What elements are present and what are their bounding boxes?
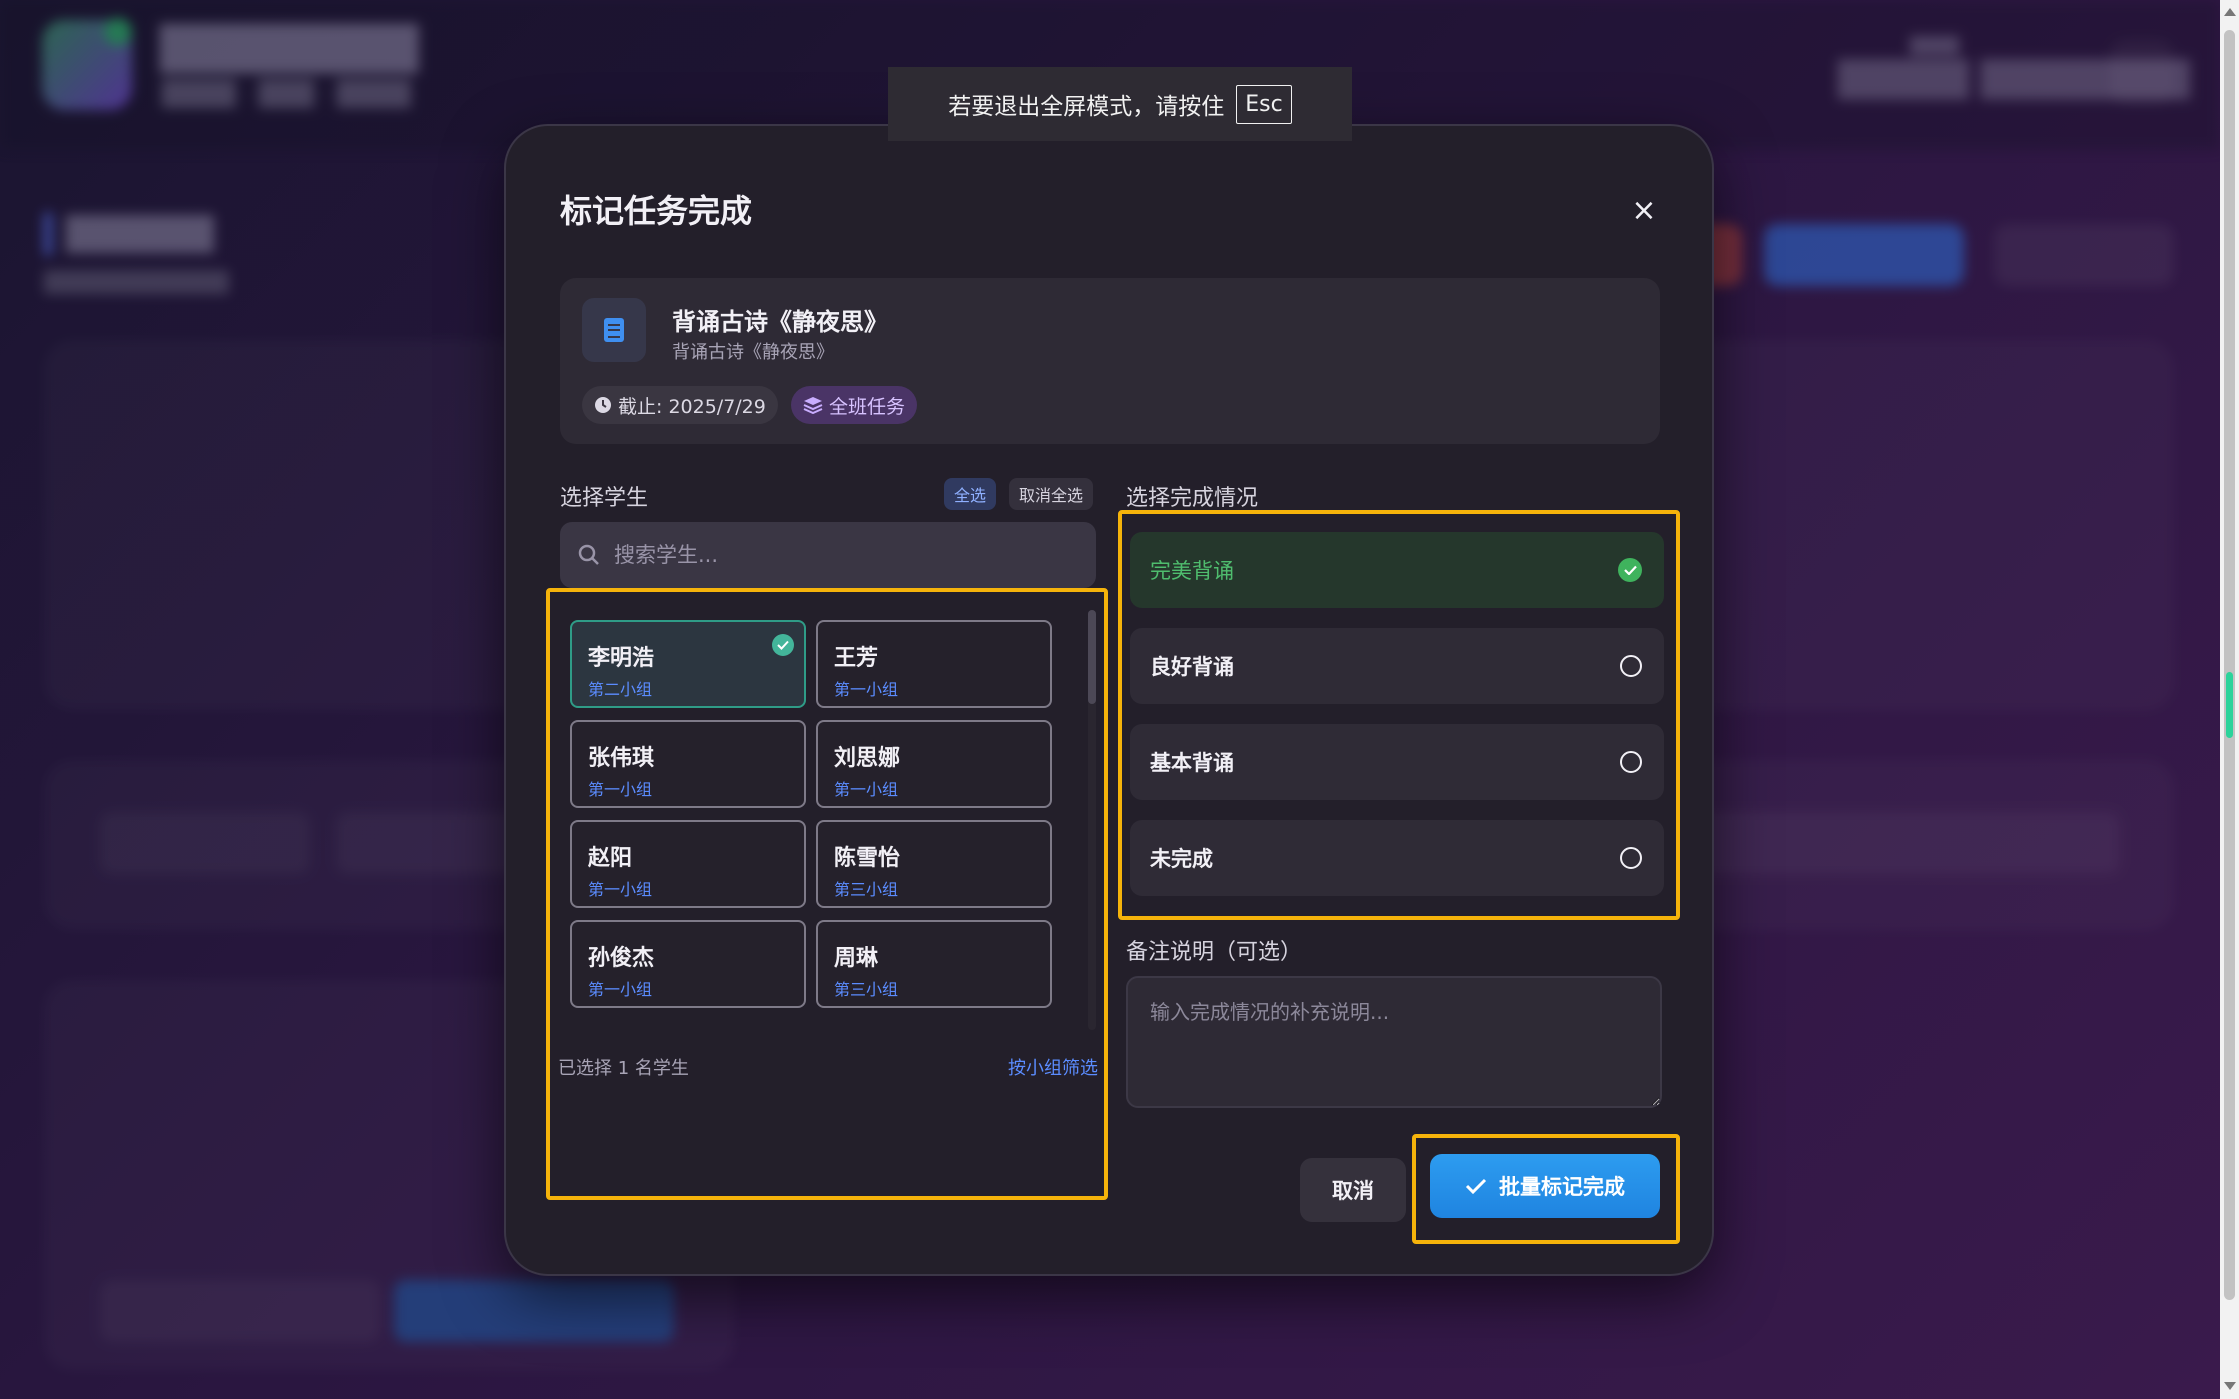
bg-section-subtitle: ████████████: [44, 270, 229, 294]
status-label: 基本背诵: [1150, 751, 1234, 775]
student-panel: 李明浩 第二小组 王芳 第一小组 张伟琪 第一小组 刘思娜 第一小组 赵阳 第一小组 陈雪怡 第三小组…: [546, 588, 1108, 1200]
batch-mark-complete-button[interactable]: 批量标记完成: [1430, 1154, 1660, 1218]
bg-task-btn-2: [394, 1280, 674, 1342]
student-list-scroll-thumb[interactable]: [1088, 610, 1096, 704]
student-name: 张伟琪: [588, 746, 655, 771]
search-icon: [578, 544, 599, 565]
cancel-button[interactable]: 取消: [1300, 1158, 1406, 1222]
status-option[interactable]: 良好背诵: [1130, 628, 1664, 704]
student-group: 第三小组: [834, 880, 899, 899]
student-group: 第一小组: [588, 780, 653, 799]
bg-btn-export: [1994, 224, 2174, 286]
student-name: 孙俊杰: [588, 946, 655, 971]
bg-task-btn-1: [100, 1280, 380, 1342]
student-group: 第一小组: [834, 680, 899, 699]
status-option[interactable]: 未完成: [1130, 820, 1664, 896]
student-search-input[interactable]: [614, 543, 1054, 567]
radio-unchecked-icon: [1620, 847, 1642, 869]
student-card[interactable]: 李明浩 第二小组: [570, 620, 806, 708]
scroll-up-icon[interactable]: [2224, 8, 2236, 16]
deadline-chip: 截止: 2025/7/29: [582, 386, 778, 424]
student-name: 李明浩: [588, 646, 655, 671]
modal-title: 标记任务完成: [560, 192, 753, 230]
student-card[interactable]: 刘思娜 第一小组: [816, 720, 1052, 808]
scroll-down-icon[interactable]: [2224, 1382, 2236, 1390]
deselect-all-button[interactable]: 取消全选: [1009, 478, 1094, 510]
status-option[interactable]: 基本背诵: [1130, 724, 1664, 800]
student-search[interactable]: [560, 522, 1096, 588]
group-filter-link[interactable]: 按小组筛选: [1008, 1054, 1098, 1080]
student-list-scrollbar[interactable]: [1088, 610, 1096, 1030]
student-group: 第一小组: [834, 780, 899, 799]
bg-logo: [42, 20, 132, 110]
page-scroll-thumb[interactable]: [2224, 30, 2235, 1300]
selected-count: 已选择 1 名学生: [558, 1058, 689, 1079]
student-group: 第二小组: [588, 680, 653, 699]
student-name: 刘思娜: [834, 746, 901, 771]
layers-icon: [803, 397, 823, 414]
student-name: 王芳: [834, 646, 879, 671]
task-name: 背诵古诗《静夜思》: [672, 308, 888, 336]
fullscreen-toast: 若要退出全屏模式，请按住 Esc: [888, 67, 1352, 141]
bg-section-title: ██████: [66, 215, 214, 253]
status-section-label: 选择完成情况: [1126, 486, 1259, 511]
radio-checked-icon: [1618, 558, 1642, 582]
clock-icon: [595, 397, 611, 413]
student-group: 第一小组: [588, 880, 653, 899]
status-label: 未完成: [1150, 847, 1213, 871]
student-list: 李明浩 第二小组 王芳 第一小组 张伟琪 第一小组 刘思娜 第一小组 赵阳 第一小组 陈雪怡 第三小组…: [570, 620, 1080, 1030]
students-section-label: 选择学生: [560, 486, 649, 511]
student-name: 赵阳: [588, 846, 633, 871]
student-card[interactable]: 孙俊杰 第一小组: [570, 920, 806, 1008]
close-icon: ×: [1631, 192, 1657, 228]
status-label: 完美背诵: [1150, 559, 1234, 583]
note-label: 备注说明（可选）: [1126, 940, 1303, 965]
bg-section-bar: [44, 212, 52, 256]
radio-unchecked-icon: [1620, 655, 1642, 677]
bg-clock: █████ ████████: [1838, 60, 2190, 100]
selected-check-icon: [772, 634, 794, 656]
student-card[interactable]: 周琳 第三小组: [816, 920, 1052, 1008]
submit-highlight: 批量标记完成: [1412, 1134, 1680, 1244]
scope-text: 全班任务: [829, 395, 906, 418]
bg-app-title: ████████: [160, 24, 419, 73]
student-card[interactable]: 陈雪怡 第三小组: [816, 820, 1052, 908]
student-card[interactable]: 赵阳 第一小组: [570, 820, 806, 908]
deadline-text: 截止: 2025/7/29: [618, 395, 766, 418]
scope-chip: 全班任务: [791, 386, 918, 424]
student-name: 周琳: [834, 946, 879, 971]
student-card[interactable]: 王芳 第一小组: [816, 620, 1052, 708]
bg-time-label: ████: [1910, 36, 1960, 55]
task-info-card: 背诵古诗《静夜思》 背诵古诗《静夜思》 截止: 2025/7/29 全班任务: [560, 278, 1660, 444]
task-description: 背诵古诗《静夜思》: [672, 342, 834, 363]
select-all-button[interactable]: 全选: [944, 478, 997, 510]
student-card[interactable]: 张伟琪 第一小组: [570, 720, 806, 808]
bg-logo-badge: [104, 18, 132, 46]
book-icon: [582, 298, 646, 362]
esc-key: Esc: [1236, 84, 1292, 124]
toast-text: 若要退出全屏模式，请按住: [948, 94, 1225, 120]
radio-unchecked-icon: [1620, 751, 1642, 773]
student-group: 第三小组: [834, 980, 899, 999]
check-icon: [1465, 1178, 1487, 1195]
bg-filter-1: [100, 812, 310, 874]
page-scroll-marker: [2226, 672, 2233, 738]
mark-complete-modal: 标记任务完成 × 背诵古诗《静夜思》 背诵古诗《静夜思》 截止: 2025/7/…: [504, 124, 1714, 1276]
bg-btn-blue: [1764, 224, 1964, 286]
close-button[interactable]: ×: [1626, 192, 1662, 228]
status-panel: 完美背诵良好背诵基本背诵未完成: [1118, 510, 1680, 920]
bg-settings: [2110, 40, 2174, 104]
submit-label: 批量标记完成: [1499, 1175, 1625, 1199]
note-textarea[interactable]: [1126, 976, 1662, 1108]
status-label: 良好背诵: [1150, 655, 1234, 679]
bg-app-subtitle: ████ · ███ · ████: [162, 80, 411, 108]
status-option[interactable]: 完美背诵: [1130, 532, 1664, 608]
student-name: 陈雪怡: [834, 846, 901, 871]
page-scrollbar[interactable]: [2220, 0, 2239, 1399]
student-group: 第一小组: [588, 980, 653, 999]
